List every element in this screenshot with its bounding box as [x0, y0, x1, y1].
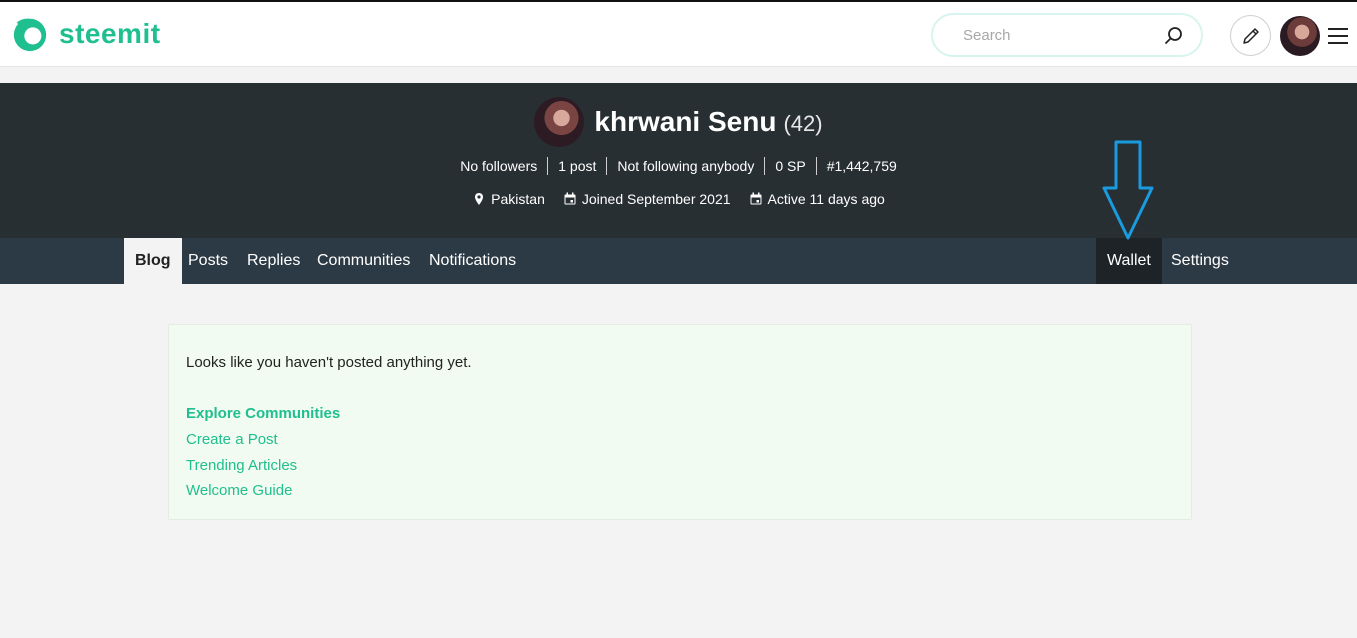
profile-avatar — [534, 97, 585, 147]
calendar-icon — [750, 192, 762, 205]
steemit-logo[interactable]: steemit — [11, 15, 161, 53]
tab-communities[interactable]: Communities — [306, 238, 421, 284]
create-post-button[interactable] — [1230, 15, 1271, 56]
location: Pakistan — [472, 191, 545, 207]
tab-notifications[interactable]: Notifications — [418, 238, 527, 284]
search-box[interactable] — [931, 13, 1203, 57]
tab-settings[interactable]: Settings — [1160, 238, 1240, 284]
create-post-link[interactable]: Create a Post — [186, 431, 278, 448]
followers-count[interactable]: No followers — [450, 157, 549, 175]
search-input[interactable] — [963, 24, 1163, 46]
empty-blog-card: Looks like you haven't posted anything y… — [168, 324, 1192, 520]
hamburger-menu-icon[interactable] — [1327, 26, 1349, 46]
pencil-icon — [1242, 27, 1259, 44]
user-rank: #1,442,759 — [826, 158, 897, 174]
steem-power: 0 SP — [765, 157, 817, 175]
joined-date: Joined September 2021 — [563, 191, 731, 207]
tab-wallet[interactable]: Wallet — [1096, 238, 1162, 284]
welcome-guide-link[interactable]: Welcome Guide — [186, 482, 292, 499]
search-icon[interactable] — [1163, 25, 1185, 47]
tab-posts[interactable]: Posts — [177, 238, 239, 284]
location-text: Pakistan — [491, 191, 545, 207]
calendar-icon — [564, 192, 576, 205]
empty-message: Looks like you haven't posted anything y… — [186, 354, 472, 371]
trending-articles-link[interactable]: Trending Articles — [186, 457, 297, 474]
top-header: steemit — [0, 0, 1357, 67]
map-pin-icon — [475, 193, 484, 205]
active-text: Active 11 days ago — [767, 191, 885, 207]
explore-communities-link[interactable]: Explore Communities — [186, 405, 340, 422]
reputation-score: (42) — [783, 111, 823, 136]
user-avatar[interactable] — [1280, 16, 1320, 56]
logo-text: steemit — [59, 18, 161, 49]
profile-name: khrwani Senu — [594, 106, 777, 137]
joined-text: Joined September 2021 — [581, 191, 731, 207]
tab-replies[interactable]: Replies — [236, 238, 311, 284]
last-active: Active 11 days ago — [749, 191, 885, 207]
steemit-logo-icon — [13, 18, 47, 52]
posts-count: 1 post — [548, 157, 608, 175]
profile-nav: Blog Posts Replies Communities Notificat… — [0, 238, 1357, 284]
down-arrow-annotation-icon — [1102, 140, 1154, 240]
following-count[interactable]: Not following anybody — [607, 157, 766, 175]
tab-blog[interactable]: Blog — [124, 238, 182, 284]
